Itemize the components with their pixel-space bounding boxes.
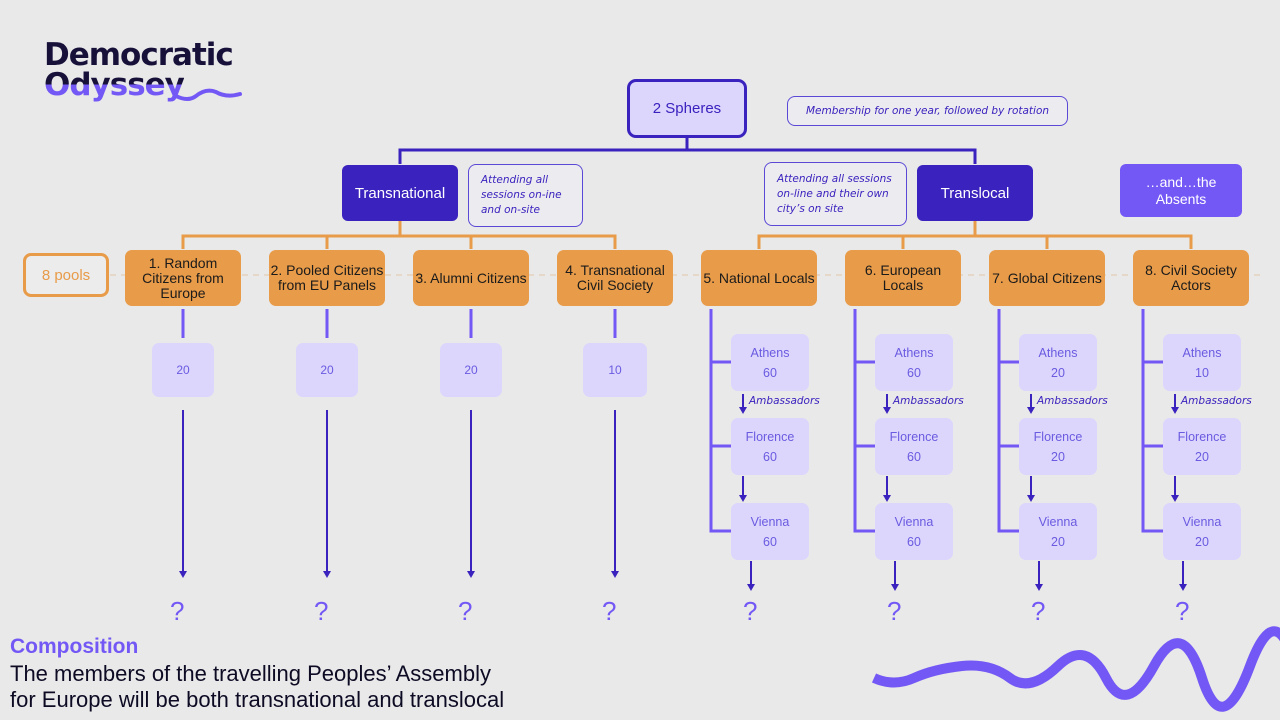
rotation-note: Membership for one year, followed by rot… <box>787 96 1068 126</box>
unknown-outcome: ? <box>314 596 329 626</box>
pool-outcome-arrow-head <box>611 571 619 578</box>
pool-node: 3. Alumni Citizens <box>413 250 529 306</box>
pool-outcome-arrow-head <box>891 584 899 591</box>
pool-node: 1. Random Citizens from Europe <box>125 250 241 306</box>
unknown-outcome: ? <box>1031 596 1046 626</box>
ambassadors-arrow-head <box>1171 407 1179 414</box>
ambassadors-label: Ambassadors <box>893 395 964 407</box>
pool-node: 6. European Locals <box>845 250 961 306</box>
translocal-note: Attending all sessions on-line and their… <box>764 162 907 226</box>
absents-node: …and…the Absents <box>1120 164 1242 217</box>
city-count: 20 <box>1051 365 1065 380</box>
composition-line2: for Europe will be both transnational an… <box>10 687 505 712</box>
ambassadors-label: Ambassadors <box>1181 395 1252 407</box>
city-name: Florence <box>1033 429 1083 444</box>
city-node: Athens 10 <box>1163 334 1241 391</box>
pool-node: 8. Civil Society Actors <box>1133 250 1249 306</box>
unknown-outcome: ? <box>170 596 185 626</box>
ambassadors-arrow-head <box>739 407 747 414</box>
city-connector <box>1141 309 1163 533</box>
transnational-note: Attending all sessions on-ine and on-sit… <box>468 164 583 227</box>
city-connector <box>853 309 875 533</box>
composition-line1: The members of the travelling Peoples’ A… <box>10 661 491 686</box>
city-to-city-arrow-head <box>739 495 747 502</box>
composition-title: Composition <box>10 635 139 658</box>
pool-node: 5. National Locals <box>701 250 817 306</box>
unknown-outcome: ? <box>743 596 758 626</box>
city-name: Vienna <box>1038 514 1078 529</box>
city-connector <box>709 309 731 533</box>
city-to-city-arrow-head <box>1027 495 1035 502</box>
city-count: 20 <box>1195 449 1209 464</box>
ambassadors-arrow-head <box>1027 407 1035 414</box>
pool-count: 20 <box>152 343 214 397</box>
unknown-outcome: ? <box>602 596 617 626</box>
city-count: 60 <box>763 365 777 380</box>
ambassadors-arrow-head <box>883 407 891 414</box>
pool-outcome-arrow-head <box>467 571 475 578</box>
unknown-outcome: ? <box>458 596 473 626</box>
city-name: Florence <box>889 429 939 444</box>
city-name: Athens <box>1038 345 1078 360</box>
city-node: Athens 60 <box>731 334 809 391</box>
ambassadors-label: Ambassadors <box>749 395 820 407</box>
city-count: 60 <box>763 449 777 464</box>
city-node: Vienna 20 <box>1163 503 1241 560</box>
city-node: Vienna 60 <box>875 503 953 560</box>
pool-node: 4. Transnational Civil Society <box>557 250 673 306</box>
unknown-outcome: ? <box>1175 596 1190 626</box>
city-count: 20 <box>1051 449 1065 464</box>
pool-outcome-arrow-head <box>747 584 755 591</box>
composition-text: The members of the travelling Peoples’ A… <box>10 661 504 713</box>
city-count: 60 <box>763 534 777 549</box>
city-to-city-arrow-head <box>1171 495 1179 502</box>
pool-outcome-arrow-head <box>1035 584 1043 591</box>
city-name: Athens <box>894 345 934 360</box>
city-count: 60 <box>907 365 921 380</box>
decorative-wave <box>871 626 1280 712</box>
city-node: Athens 60 <box>875 334 953 391</box>
city-name: Vienna <box>894 514 934 529</box>
city-node: Florence 60 <box>875 418 953 475</box>
pool-count: 10 <box>583 343 647 397</box>
pool-node: 7. Global Citizens <box>989 250 1105 306</box>
city-name: Athens <box>750 345 790 360</box>
city-count: 60 <box>907 534 921 549</box>
pool-outcome-arrow-head <box>1179 584 1187 591</box>
city-count: 10 <box>1195 365 1209 380</box>
unknown-outcome: ? <box>887 596 902 626</box>
city-node: Vienna 20 <box>1019 503 1097 560</box>
pool-count: 20 <box>296 343 358 397</box>
city-node: Athens 20 <box>1019 334 1097 391</box>
city-node: Florence 60 <box>731 418 809 475</box>
translocal-node: Translocal <box>917 165 1033 221</box>
root-connector <box>398 138 977 164</box>
city-name: Vienna <box>750 514 790 529</box>
city-to-city-arrow-head <box>883 495 891 502</box>
city-node: Florence 20 <box>1019 418 1097 475</box>
logo: Democratic Odyssey <box>44 37 234 103</box>
pool-outcome-arrow-head <box>323 571 331 578</box>
city-name: Florence <box>745 429 795 444</box>
pool-outcome-arrow-head <box>179 571 187 578</box>
city-count: 20 <box>1195 534 1209 549</box>
city-connector <box>997 309 1019 533</box>
city-node: Florence 20 <box>1163 418 1241 475</box>
pools-label: 8 pools <box>23 253 109 297</box>
logo-line2: Odyssey <box>44 67 185 103</box>
city-name: Vienna <box>1182 514 1222 529</box>
pool-node: 2. Pooled Citizens from EU Panels <box>269 250 385 306</box>
ambassadors-label: Ambassadors <box>1037 395 1108 407</box>
city-name: Florence <box>1177 429 1227 444</box>
pool-count: 20 <box>440 343 502 397</box>
city-count: 60 <box>907 449 921 464</box>
city-node: Vienna 60 <box>731 503 809 560</box>
city-name: Athens <box>1182 345 1222 360</box>
logo-line1: Democratic <box>44 37 234 73</box>
root-node: 2 Spheres <box>627 79 747 138</box>
transnational-node: Transnational <box>342 165 458 221</box>
city-count: 20 <box>1051 534 1065 549</box>
